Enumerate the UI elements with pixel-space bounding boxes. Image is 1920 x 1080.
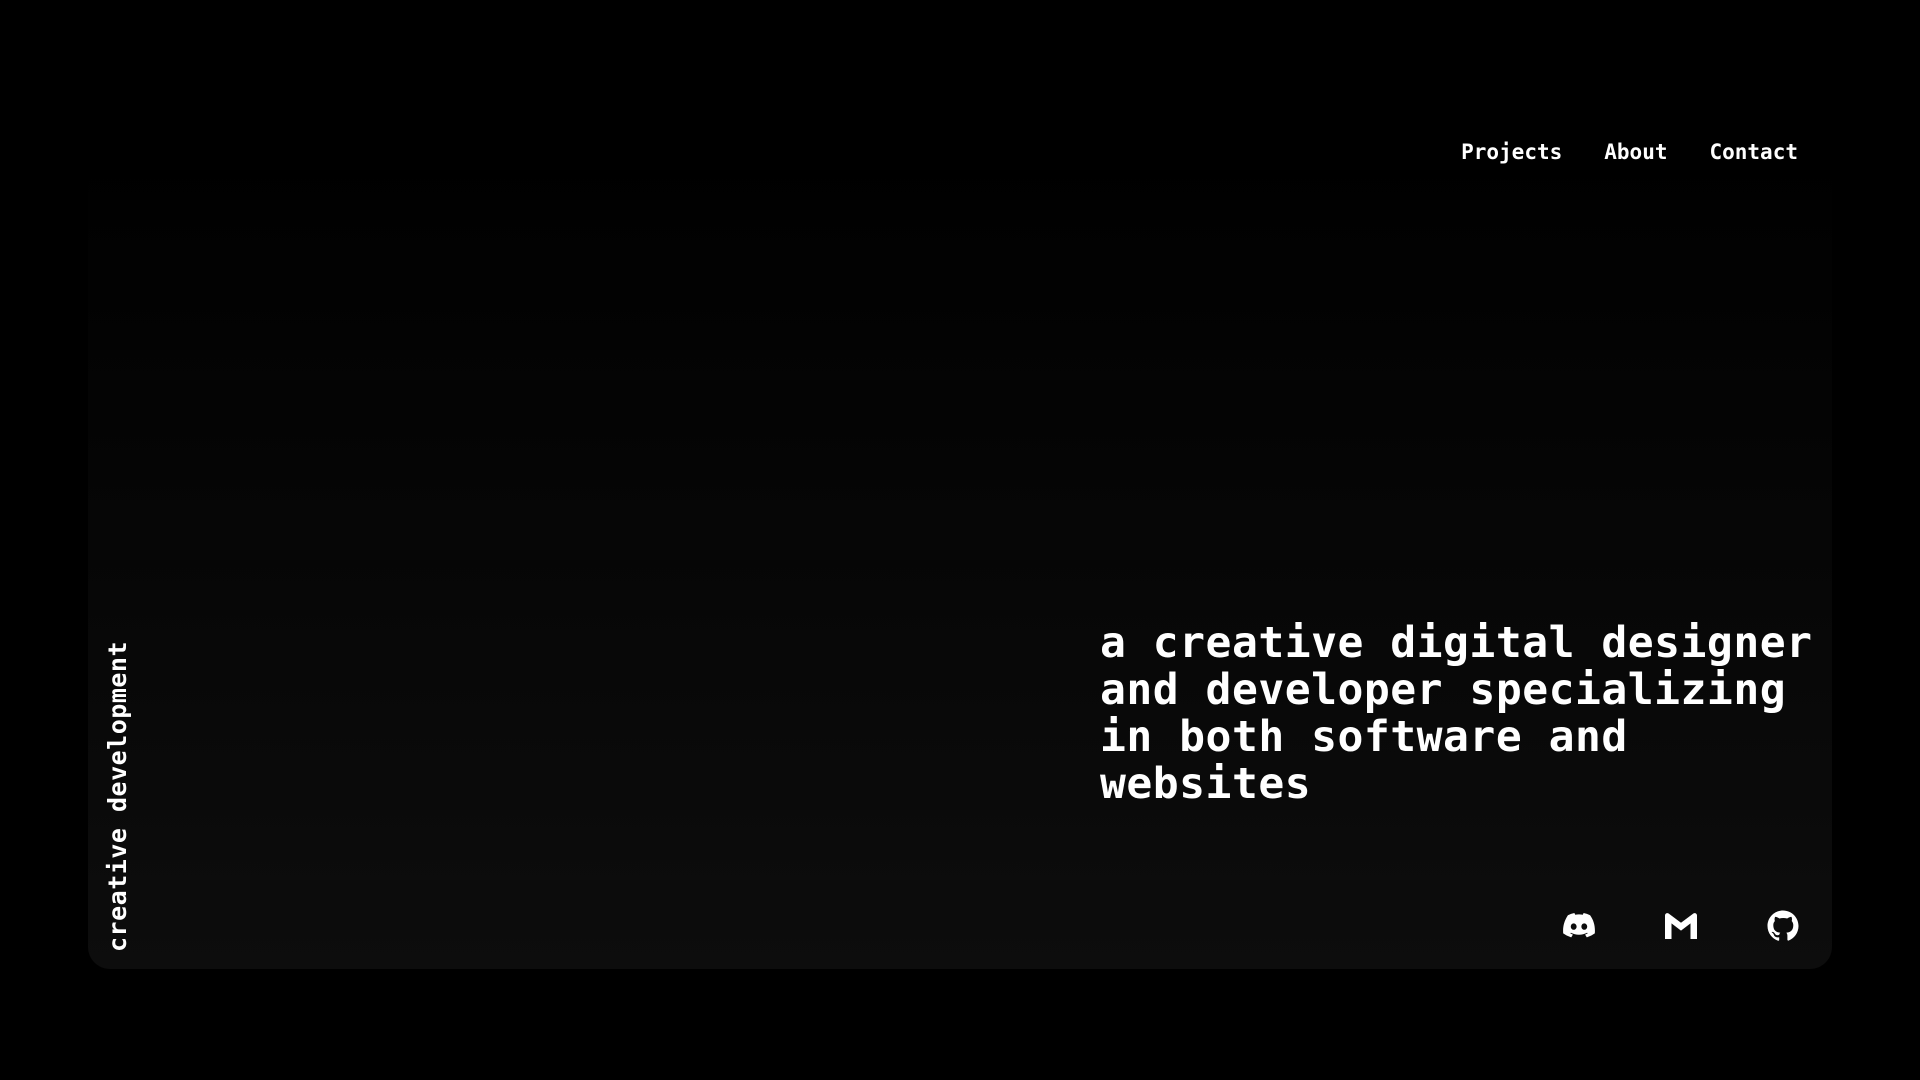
- nav-about-link[interactable]: About: [1604, 140, 1667, 164]
- gmail-link[interactable]: [1664, 910, 1698, 942]
- nav-contact-link[interactable]: Contact: [1709, 140, 1798, 164]
- side-tagline: creative development: [103, 640, 132, 952]
- hero-panel: [88, 146, 1832, 969]
- hero-line: a creative digital designer: [1100, 618, 1813, 668]
- github-link[interactable]: [1766, 910, 1800, 942]
- discord-icon: [1563, 913, 1595, 939]
- github-icon: [1767, 910, 1799, 942]
- hero-line: in both software and: [1100, 712, 1628, 762]
- social-links: [1562, 910, 1800, 942]
- hero-line: and developer specializing: [1100, 665, 1787, 715]
- hero-heading: a creative digital designer and develope…: [1100, 620, 1830, 808]
- nav-projects-link[interactable]: Projects: [1461, 140, 1562, 164]
- hero-line: websites: [1100, 759, 1312, 809]
- discord-link[interactable]: [1562, 910, 1596, 942]
- top-nav: Projects About Contact: [1461, 140, 1798, 164]
- gmail-icon: [1665, 913, 1697, 939]
